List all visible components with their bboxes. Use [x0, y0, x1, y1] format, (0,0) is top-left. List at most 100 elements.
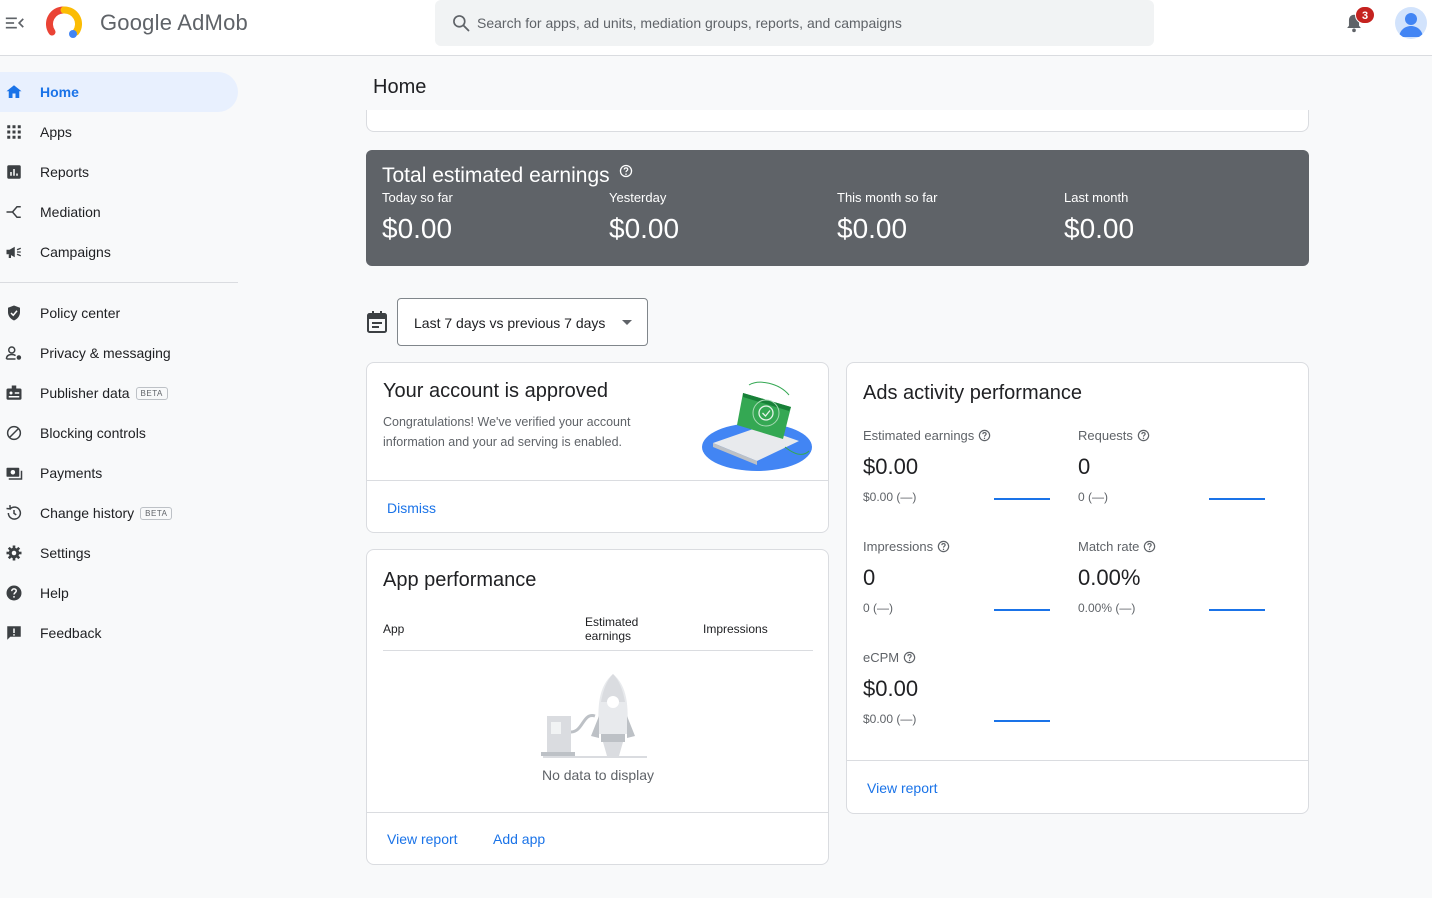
sidebar-item-label: Blocking controls [40, 425, 146, 441]
sidebar-item-label: Campaigns [40, 244, 111, 260]
sidebar-item-payments[interactable]: Payments [0, 453, 238, 493]
help-outline-icon[interactable] [978, 429, 991, 442]
metric-requests[interactable]: Requests 0 0 (—) [1078, 428, 1278, 528]
card-divider [367, 812, 828, 813]
sidebar-item-mediation[interactable]: Mediation [0, 192, 238, 232]
payments-icon [6, 467, 23, 480]
app-performance-card: App performance App Estimated earnings I… [366, 549, 829, 865]
help-outline-icon[interactable] [903, 651, 916, 664]
metric-match-rate[interactable]: Match rate 0.00% 0.00% (—) [1078, 539, 1278, 639]
metric-value: 0 [1078, 454, 1091, 479]
dismiss-button[interactable]: Dismiss [387, 500, 436, 516]
sidebar-item-apps[interactable]: Apps [0, 112, 238, 152]
ads-activity-title: Ads activity performance [863, 382, 1082, 404]
app-logo-text[interactable]: Google AdMob [100, 10, 248, 36]
sidebar-item-label: Feedback [40, 625, 102, 641]
sidebar-item-campaigns[interactable]: Campaigns [0, 232, 238, 272]
home-icon [6, 85, 22, 98]
sidebar-item-feedback[interactable]: Feedback [0, 613, 238, 653]
no-data-message: No data to display [541, 767, 655, 783]
metric-comparison: $0.00 (—) [863, 712, 917, 726]
sidebar-divider [0, 282, 238, 283]
card-divider [847, 760, 1308, 761]
earnings-value: $0.00 [609, 213, 680, 244]
metric-estimated-earnings[interactable]: Estimated earnings $0.00 $0.00 (—) [863, 428, 1063, 528]
person-settings-icon [5, 346, 22, 360]
view-report-link[interactable]: View report [867, 780, 938, 796]
metric-label-text: eCPM [863, 650, 900, 665]
earnings-value: $0.00 [1064, 213, 1135, 244]
earnings-label: Last month [1064, 190, 1129, 205]
help-outline-icon[interactable] [937, 540, 950, 553]
sidebar-item-label: Settings [40, 545, 91, 561]
page-title: Home [373, 76, 427, 98]
block-icon [6, 425, 22, 441]
shield-icon [8, 305, 20, 321]
feedback-icon [7, 626, 21, 640]
date-range-dropdown[interactable]: Last 7 days vs previous 7 days [397, 298, 648, 346]
earnings-value: $0.00 [837, 213, 908, 244]
metric-ecpm[interactable]: eCPM $0.00 $0.00 (—) [863, 650, 1063, 750]
metric-value: $0.00 [863, 676, 919, 701]
earnings-label: Today so far [382, 190, 453, 205]
mediation-icon [6, 206, 21, 218]
badge-icon [6, 385, 22, 400]
sidebar-item-label: Privacy & messaging [40, 345, 171, 361]
caret-down-icon [622, 320, 632, 325]
add-app-link[interactable]: Add app [493, 831, 545, 847]
sidebar-item-label: Mediation [40, 204, 101, 220]
help-outline-icon[interactable] [1143, 540, 1156, 553]
ads-activity-card: Ads activity performance Estimated earni… [846, 362, 1309, 814]
sidebar-item-policy-center[interactable]: Policy center [0, 293, 238, 333]
earnings-value: $0.00 [382, 213, 453, 244]
gear-icon [6, 545, 22, 561]
sidebar-item-reports[interactable]: Reports [0, 152, 238, 192]
table-header-divider [383, 650, 813, 651]
view-report-link[interactable]: View report [387, 831, 458, 847]
sparkline [1209, 609, 1265, 611]
sidebar-item-change-history[interactable]: Change history BETA [0, 493, 238, 533]
search-icon [453, 15, 470, 32]
column-header-estimated-earnings[interactable]: Estimated earnings [585, 615, 665, 643]
metric-value: 0.00% [1078, 565, 1141, 590]
earnings-last-month: Last month $0.00 [1064, 190, 1134, 245]
metric-label: Requests [1078, 428, 1150, 443]
help-outline-icon[interactable] [1137, 429, 1150, 442]
account-avatar[interactable] [1395, 7, 1427, 39]
total-earnings-card: Total estimated earnings Today so far $0… [366, 150, 1309, 266]
collapsed-card-edge [366, 110, 1309, 132]
sidebar-item-home[interactable]: Home [0, 72, 238, 112]
sidebar-item-blocking-controls[interactable]: Blocking controls [0, 413, 238, 453]
sidebar-item-settings[interactable]: Settings [0, 533, 238, 573]
date-range-label: Last 7 days vs previous 7 days [414, 315, 606, 331]
sidebar-item-label-text: Change history [40, 505, 135, 521]
column-header-impressions[interactable]: Impressions [703, 622, 768, 636]
search-bar[interactable] [435, 0, 1154, 46]
metric-impressions[interactable]: Impressions 0 0 (—) [863, 539, 1063, 639]
rocket-empty-state-illustration [541, 674, 647, 758]
sidebar-item-label: Publisher data BETA [40, 385, 168, 401]
apps-grid-icon [7, 125, 21, 139]
sidebar-item-label: Reports [40, 164, 90, 180]
column-header-app[interactable]: App [383, 622, 404, 636]
sidebar-item-privacy-messaging[interactable]: Privacy & messaging [0, 333, 238, 373]
metric-label-text: Impressions [863, 539, 934, 554]
metric-label: Match rate [1078, 539, 1156, 554]
sparkline [994, 720, 1050, 722]
metric-comparison: $0.00 (—) [863, 490, 917, 504]
account-approved-card: Your account is approved Congratulations… [366, 362, 829, 533]
menu-collapse-icon[interactable] [4, 12, 26, 34]
sidebar-item-publisher-data[interactable]: Publisher data BETA [0, 373, 238, 413]
help-icon [6, 585, 22, 601]
metric-label: Impressions [863, 539, 950, 554]
search-input[interactable] [477, 0, 1137, 46]
sparkline [1209, 498, 1265, 500]
sidebar-item-help[interactable]: Help [0, 573, 238, 613]
sidebar-item-label: Apps [40, 124, 72, 140]
metric-value: 0 [863, 565, 876, 590]
help-outline-icon[interactable] [619, 164, 633, 178]
metric-label: eCPM [863, 650, 916, 665]
admob-logo-icon[interactable] [46, 6, 82, 42]
avatar-person-icon [1399, 13, 1423, 37]
earnings-yesterday: Yesterday $0.00 [609, 190, 679, 245]
